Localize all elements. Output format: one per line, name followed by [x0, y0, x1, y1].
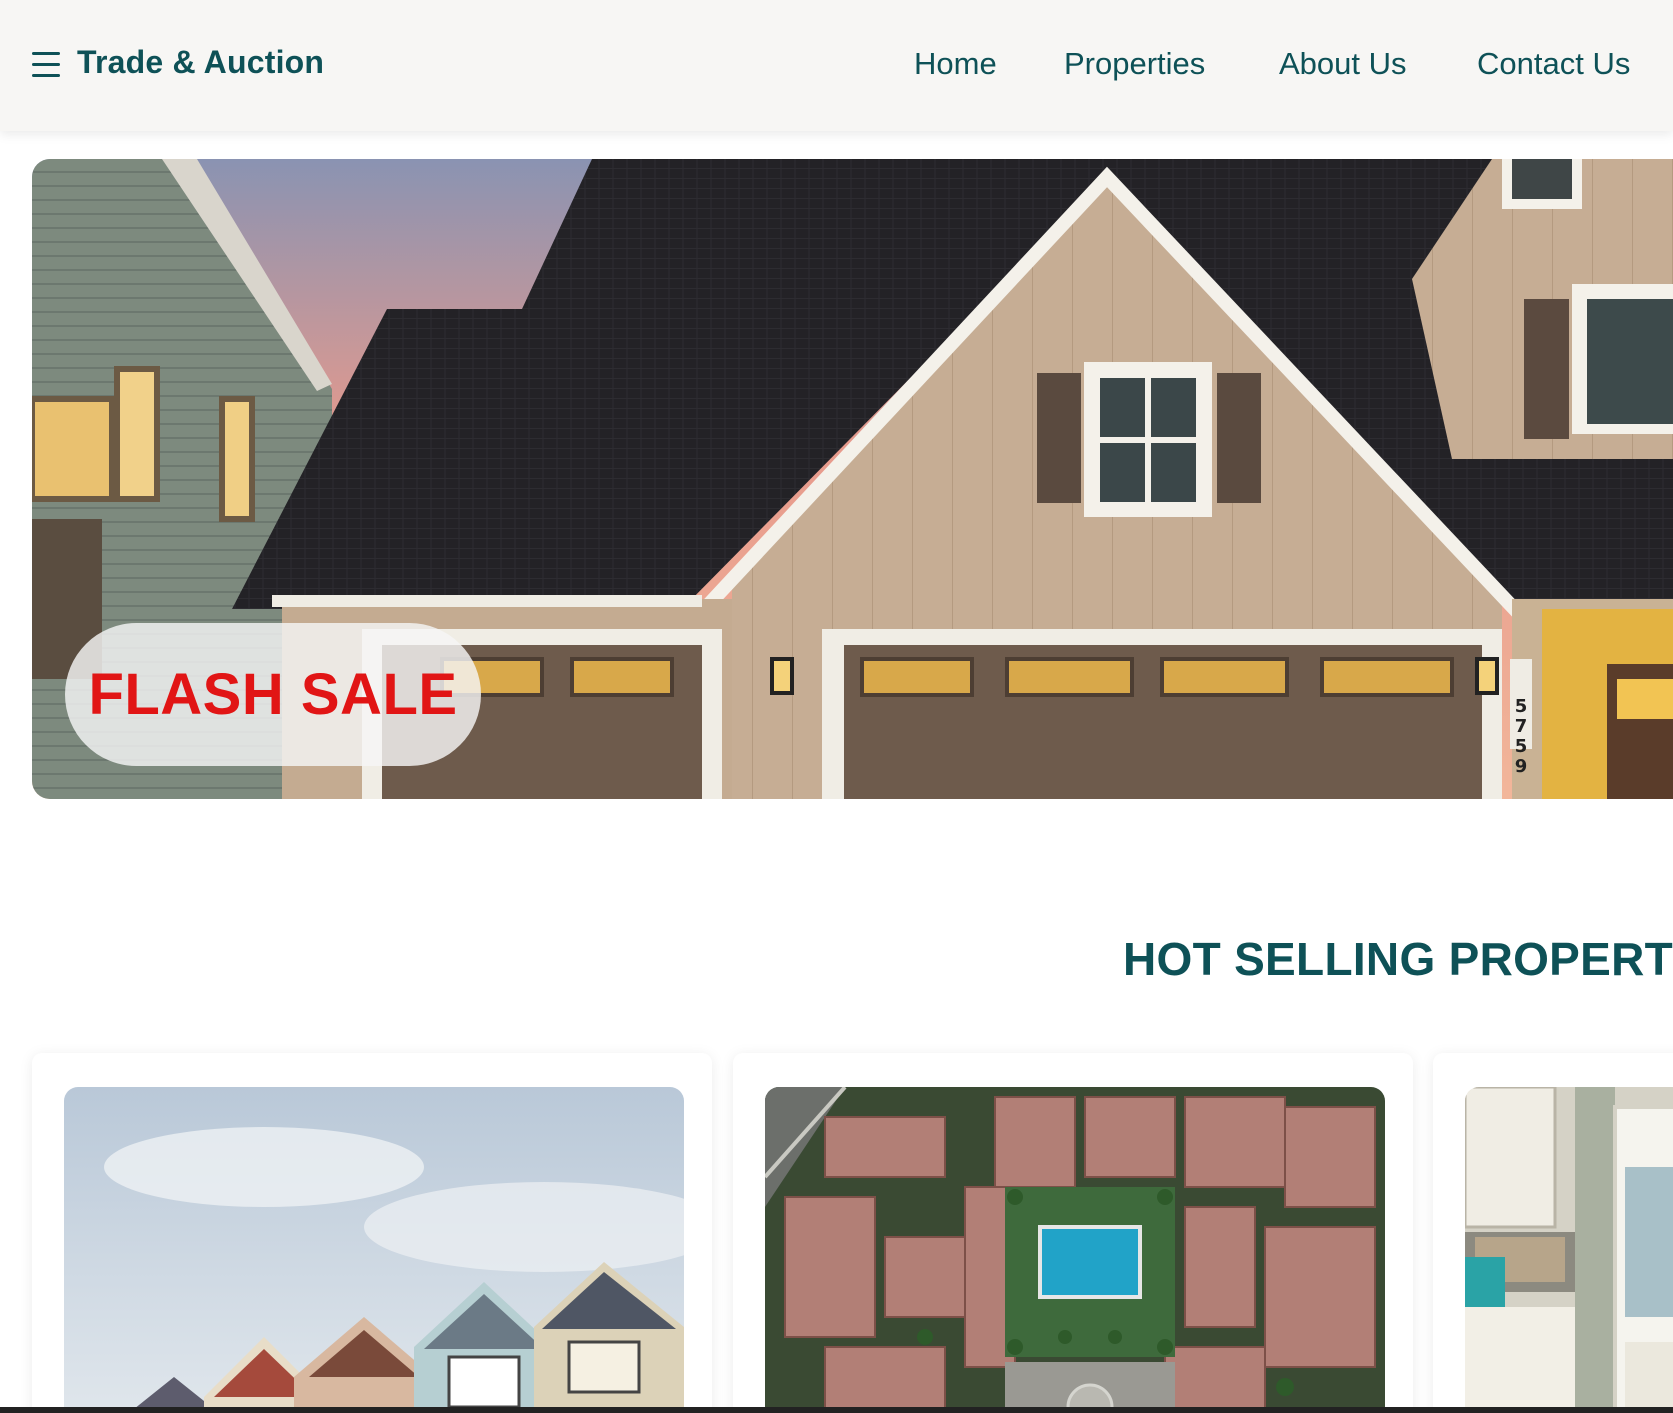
flash-sale-badge[interactable]: FLASH SALE	[65, 623, 481, 766]
nav-link-properties[interactable]: Properties	[1064, 46, 1205, 82]
nav-link-contact-us[interactable]: Contact Us	[1477, 46, 1630, 82]
section-title-hot-selling: HOT SELLING PROPERTI	[1123, 933, 1673, 985]
property-image[interactable]	[64, 1087, 684, 1413]
page: Trade & Auction Home Properties About Us…	[0, 0, 1673, 1413]
house-number: 5759	[1514, 696, 1528, 777]
flash-sale-label: FLASH SALE	[88, 662, 458, 727]
hamburger-menu-icon[interactable]	[32, 52, 60, 78]
property-image[interactable]	[765, 1087, 1385, 1413]
property-card[interactable]	[32, 1053, 712, 1413]
nav-link-about-us[interactable]: About Us	[1279, 46, 1407, 82]
property-image[interactable]	[1465, 1087, 1673, 1413]
top-navbar: Trade & Auction Home Properties About Us…	[0, 0, 1673, 131]
property-card[interactable]	[1433, 1053, 1673, 1413]
property-card[interactable]	[733, 1053, 1413, 1413]
brand-logo-text[interactable]: Trade & Auction	[77, 44, 324, 81]
window-bottom-edge	[0, 1407, 1673, 1413]
nav-link-home[interactable]: Home	[914, 46, 997, 82]
